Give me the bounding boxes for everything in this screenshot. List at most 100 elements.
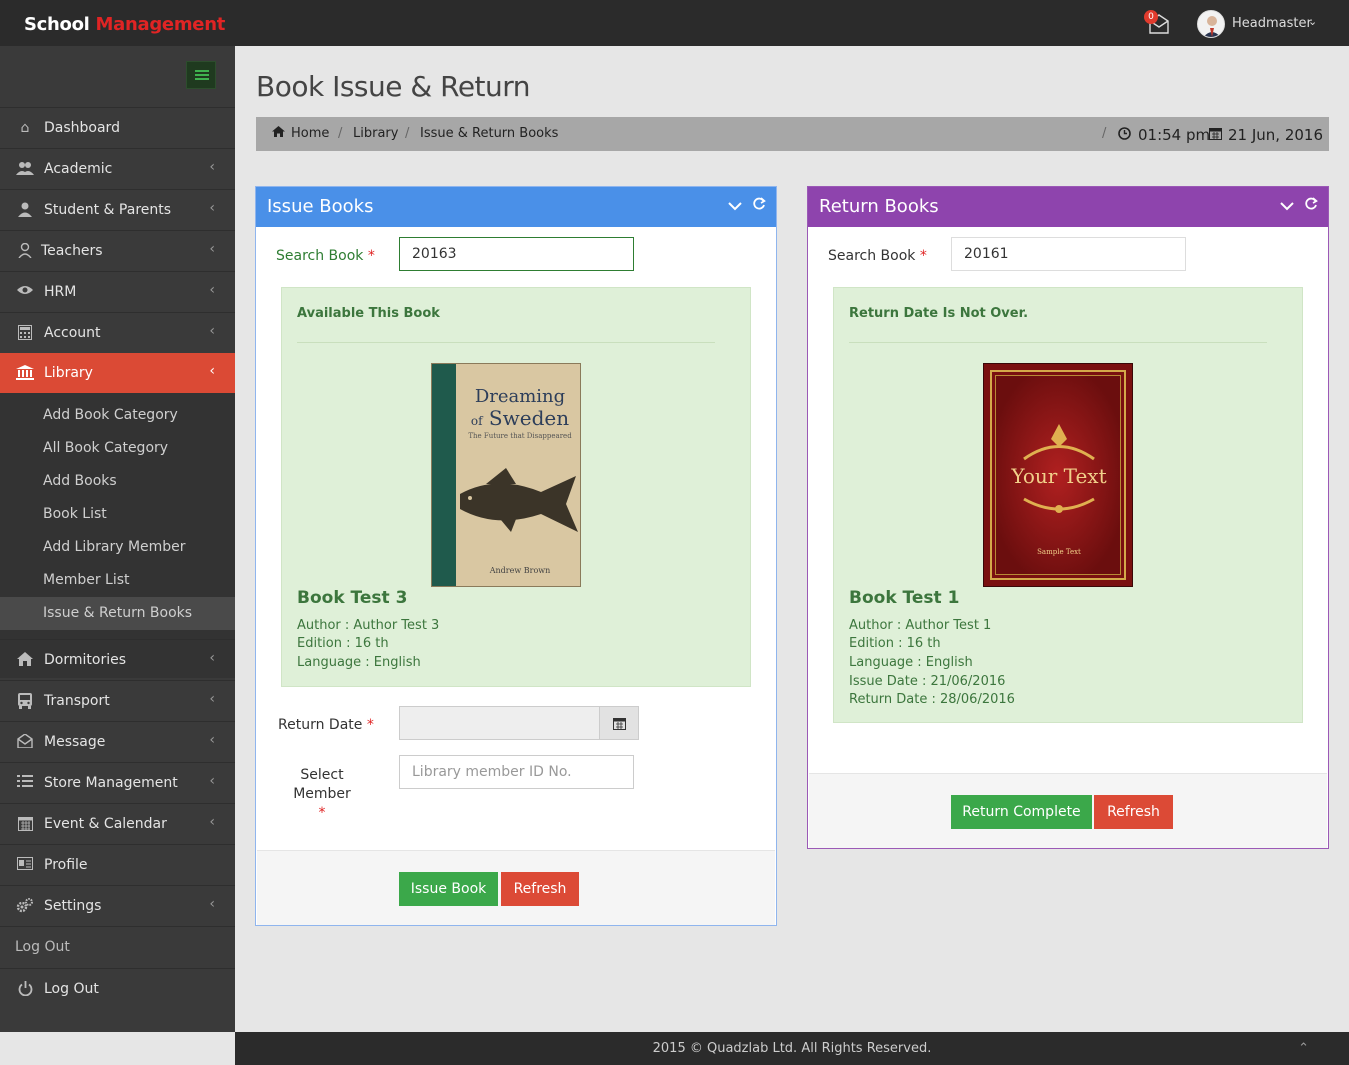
mail-notification-button[interactable]: 0 bbox=[1144, 10, 1172, 36]
issue-panel-footer: Issue Book Refresh bbox=[257, 850, 775, 925]
list-icon bbox=[16, 775, 34, 791]
sidebar-item-logout[interactable]: Log Out bbox=[0, 968, 235, 1012]
required-mark: * bbox=[318, 805, 326, 821]
member-id-input[interactable]: Library member ID No. bbox=[399, 755, 634, 789]
page-title: Book Issue & Return bbox=[256, 70, 531, 103]
sidebar-item-dashboard[interactable]: ⌂ Dashboard bbox=[0, 107, 235, 148]
sidebar-item-label: Teachers bbox=[41, 243, 103, 259]
submenu-add-library-member[interactable]: Add Library Member bbox=[0, 531, 235, 564]
collapse-chevron-icon[interactable] bbox=[727, 201, 742, 211]
sidebar-item-student-parents[interactable]: Student & Parents ‹ bbox=[0, 189, 235, 230]
return-panel-title: Return Books bbox=[819, 196, 939, 217]
submenu-member-list[interactable]: Member List bbox=[0, 564, 235, 597]
return-refresh-button[interactable]: Refresh bbox=[1094, 795, 1173, 829]
panel-tools bbox=[727, 197, 766, 215]
chevron-left-icon: ‹ bbox=[209, 323, 215, 339]
user-tie-icon bbox=[16, 242, 34, 259]
submenu-add-books[interactable]: Add Books bbox=[0, 465, 235, 498]
issue-refresh-button[interactable]: Refresh bbox=[501, 872, 579, 906]
breadcrumb-home[interactable]: Home bbox=[291, 126, 329, 141]
sidebar-item-teachers[interactable]: Teachers ‹ bbox=[0, 230, 235, 271]
refresh-icon[interactable] bbox=[1304, 197, 1318, 211]
submenu-issue-return-books[interactable]: Issue & Return Books bbox=[0, 597, 235, 630]
issue-panel-title: Issue Books bbox=[267, 196, 374, 217]
select-member-label-text: Select Member bbox=[293, 767, 351, 802]
envelope-open-icon bbox=[16, 733, 34, 750]
submenu-add-book-category[interactable]: Add Book Category bbox=[0, 399, 235, 432]
chevron-left-icon: ‹ bbox=[209, 773, 215, 789]
sidebar: ⌂ Dashboard Academic ‹ Student & Parents… bbox=[0, 46, 235, 1032]
user-avatar[interactable] bbox=[1197, 10, 1225, 38]
breadcrumb-library[interactable]: Library bbox=[353, 126, 398, 141]
required-mark: * bbox=[367, 248, 375, 264]
sidebar-item-label: Message bbox=[44, 734, 106, 750]
submenu-book-list[interactable]: Book List bbox=[0, 498, 235, 531]
sidebar-item-message[interactable]: Message ‹ bbox=[0, 721, 235, 762]
issue-book-button[interactable]: Issue Book bbox=[399, 872, 498, 906]
return-book-author: Author : Author Test 1 bbox=[849, 618, 992, 633]
submenu-all-book-category[interactable]: All Book Category bbox=[0, 432, 235, 465]
sidebar-item-label: Store Management bbox=[44, 775, 178, 791]
sidebar-item-logout-plain[interactable]: Log Out bbox=[0, 926, 235, 968]
sidebar-item-hrm[interactable]: HRM ‹ bbox=[0, 271, 235, 312]
breadcrumb-separator: / bbox=[338, 126, 343, 141]
chevron-left-icon: ‹ bbox=[209, 650, 215, 666]
sidebar-item-label: Academic bbox=[44, 161, 113, 177]
sidebar-item-transport[interactable]: Transport ‹ bbox=[0, 680, 235, 721]
cover-title-of: of bbox=[470, 414, 483, 428]
breadcrumb-separator: / bbox=[1102, 126, 1107, 141]
return-panel-footer: Return Complete Refresh bbox=[809, 773, 1327, 848]
return-date-input[interactable] bbox=[399, 706, 599, 740]
refresh-icon[interactable] bbox=[752, 197, 766, 211]
sidebar-item-dormitories[interactable]: Dormitories ‹ bbox=[0, 639, 235, 680]
chevron-left-icon: ‹ bbox=[209, 200, 215, 216]
brand-text-school: School bbox=[24, 14, 90, 35]
cover-title-3: Sweden bbox=[488, 406, 570, 430]
copyright-text: 2015 © Quadzlab Ltd. All Rights Reserved… bbox=[652, 1041, 932, 1056]
sidebar-item-label: Dormitories bbox=[44, 652, 126, 668]
chevron-left-icon: ‹ bbox=[209, 241, 215, 257]
return-complete-button[interactable]: Return Complete bbox=[951, 795, 1092, 829]
user-name[interactable]: Headmaster bbox=[1232, 16, 1312, 31]
sidebar-item-academic[interactable]: Academic ‹ bbox=[0, 148, 235, 189]
brand-text-management: Management bbox=[95, 14, 226, 35]
sidebar-toggle-button[interactable] bbox=[186, 61, 216, 89]
select-member-label: Select Member * bbox=[270, 766, 374, 823]
sidebar-item-label: Event & Calendar bbox=[44, 816, 167, 832]
search-book-label: Search Book * bbox=[828, 248, 927, 264]
issue-books-panel: Issue Books Search Book * 20163 Availabl… bbox=[255, 186, 777, 926]
issue-status-text: Available This Book bbox=[297, 306, 440, 321]
chevron-left-icon: ‹ bbox=[209, 814, 215, 830]
chevron-left-icon: ‹ bbox=[209, 159, 215, 175]
sidebar-item-store-management[interactable]: Store Management ‹ bbox=[0, 762, 235, 803]
sidebar-item-event-calendar[interactable]: Event & Calendar ‹ bbox=[0, 803, 235, 844]
divider bbox=[849, 342, 1267, 343]
scroll-top-icon[interactable]: ⌃ bbox=[1298, 1032, 1309, 1065]
institution-icon bbox=[16, 365, 34, 381]
issue-search-input[interactable]: 20163 bbox=[399, 237, 634, 271]
home-icon: ⌂ bbox=[20, 120, 30, 136]
cover-title-1: Dreaming bbox=[474, 386, 566, 407]
sidebar-item-settings[interactable]: Settings ‹ bbox=[0, 885, 235, 926]
sidebar-item-account[interactable]: Account ‹ bbox=[0, 312, 235, 353]
calendar-button[interactable] bbox=[599, 706, 639, 740]
page-footer: 2015 © Quadzlab Ltd. All Rights Reserved… bbox=[235, 1032, 1349, 1065]
cover-title-2: of Sweden bbox=[462, 406, 578, 430]
collapse-chevron-icon[interactable] bbox=[1279, 201, 1294, 211]
cover-subtitle: The Future that Disappeared bbox=[468, 432, 572, 440]
return-search-input[interactable]: 20161 bbox=[951, 237, 1186, 271]
panel-tools bbox=[1279, 197, 1318, 215]
sidebar-item-profile[interactable]: Profile bbox=[0, 844, 235, 885]
search-book-label-text: Search Book bbox=[276, 248, 364, 264]
return-book-language: Language : English bbox=[849, 655, 973, 670]
calculator-icon bbox=[16, 325, 34, 341]
app-brand[interactable]: School Management bbox=[24, 14, 225, 35]
issue-book-edition: Edition : 16 th bbox=[297, 636, 389, 651]
chevron-down-icon[interactable]: ⌄ bbox=[1308, 15, 1317, 28]
sidebar-item-label: Transport bbox=[44, 693, 110, 709]
required-mark: * bbox=[919, 248, 927, 264]
return-date-label-text: Return Date bbox=[278, 717, 363, 733]
sidebar-item-library[interactable]: Library ‹ bbox=[0, 353, 235, 394]
return-book-result: Return Date Is Not Over. Your Text Sampl… bbox=[833, 287, 1303, 723]
user-photo-icon bbox=[1203, 16, 1221, 37]
